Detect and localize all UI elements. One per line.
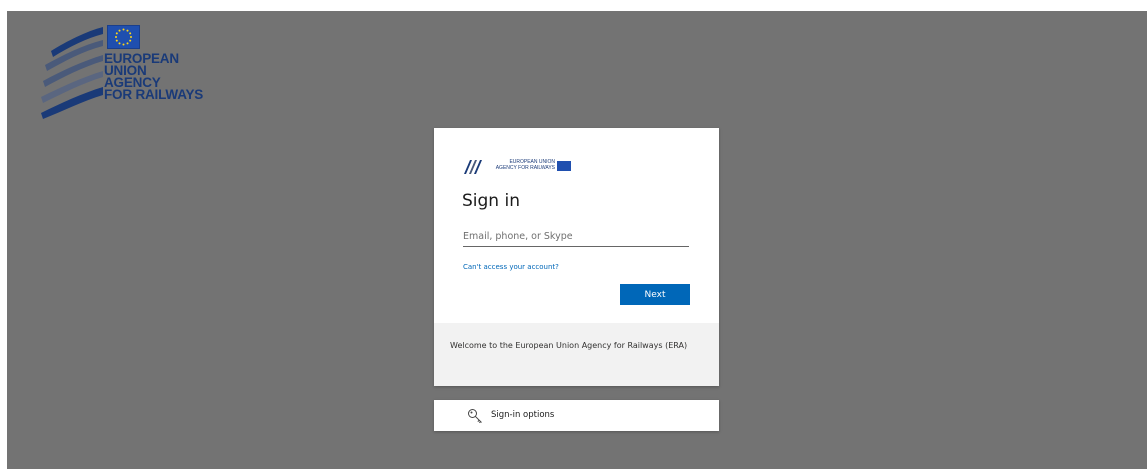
card-logo: EUROPEAN UNION AGENCY FOR RAILWAYS bbox=[463, 159, 575, 174]
card-logo-text-line: AGENCY FOR RAILWAYS bbox=[495, 164, 555, 171]
railway-stripes-icon bbox=[41, 27, 103, 119]
agency-name: EUROPEAN UNION AGENCY FOR RAILWAYS bbox=[104, 52, 204, 102]
card-logo-text: EUROPEAN UNION AGENCY FOR RAILWAYS bbox=[485, 159, 555, 171]
sign-in-card: EUROPEAN UNION AGENCY FOR RAILWAYS Sign … bbox=[434, 128, 719, 386]
sign-in-title: Sign in bbox=[462, 191, 520, 211]
next-button[interactable]: Next bbox=[620, 284, 690, 305]
key-icon bbox=[468, 409, 482, 424]
welcome-text: Welcome to the European Union Agency for… bbox=[450, 341, 688, 350]
welcome-banner: Welcome to the European Union Agency for… bbox=[434, 323, 719, 386]
mini-stripes-icon bbox=[464, 160, 482, 174]
page-background: EUROPEAN UNION AGENCY FOR RAILWAYS EUROP… bbox=[7, 11, 1147, 469]
mini-eu-flag-icon bbox=[557, 161, 571, 171]
eu-flag-icon bbox=[107, 25, 140, 49]
agency-name-line: FOR RAILWAYS bbox=[104, 87, 204, 102]
email-input[interactable] bbox=[463, 226, 689, 247]
era-logo: EUROPEAN UNION AGENCY FOR RAILWAYS bbox=[39, 25, 209, 125]
cant-access-account-link[interactable]: Can't access your account? bbox=[463, 263, 559, 271]
sign-in-options-button[interactable]: Sign-in options bbox=[434, 400, 719, 431]
sign-in-options-label: Sign-in options bbox=[491, 410, 555, 420]
